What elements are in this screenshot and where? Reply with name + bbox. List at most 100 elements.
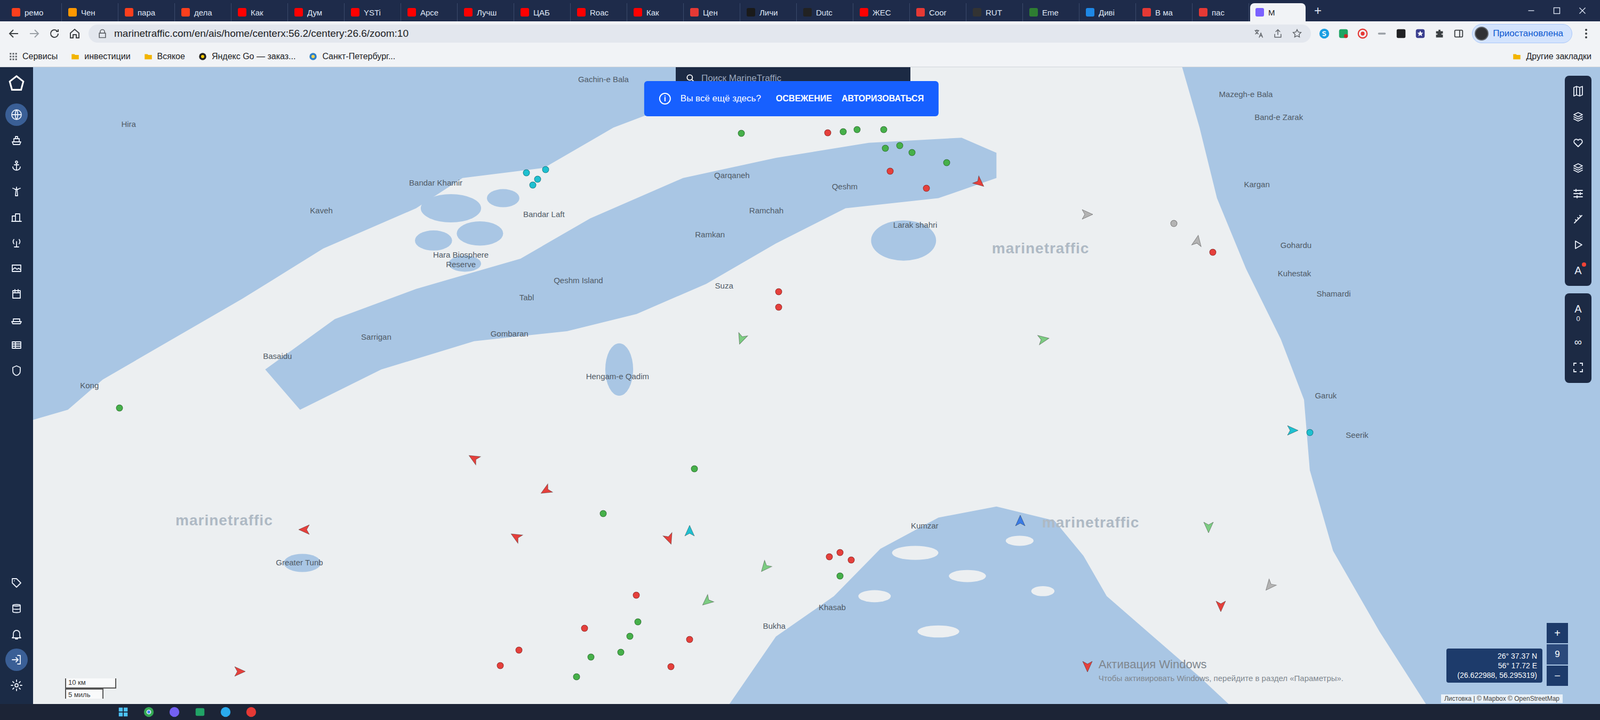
map-tool-button[interactable] bbox=[1566, 233, 1590, 256]
browser-tab[interactable]: Coor bbox=[910, 3, 967, 22]
vessel-marker[interactable] bbox=[523, 169, 531, 177]
sidebar-item[interactable] bbox=[5, 231, 28, 254]
vessel-marker[interactable] bbox=[942, 159, 950, 167]
vessel-marker[interactable] bbox=[581, 624, 589, 632]
bookmark[interactable]: Сервисы bbox=[8, 51, 58, 62]
vessel-marker[interactable] bbox=[1214, 600, 1227, 613]
map-tool-button[interactable] bbox=[1566, 105, 1590, 128]
vessel-marker[interactable] bbox=[1286, 424, 1299, 437]
vessel-marker[interactable] bbox=[600, 509, 607, 517]
sidebar-item[interactable] bbox=[5, 154, 28, 178]
banner-action-button[interactable]: ОСВЕЖЕНИЕ bbox=[776, 93, 832, 104]
map-tool-button[interactable]: ∞ bbox=[1566, 330, 1590, 354]
vessel-marker[interactable] bbox=[683, 524, 696, 537]
vessel-marker[interactable] bbox=[1081, 208, 1094, 221]
back-arrow-icon[interactable] bbox=[7, 27, 21, 40]
translate-icon[interactable] bbox=[1253, 28, 1264, 39]
chrome-icon[interactable] bbox=[142, 706, 155, 718]
sidebar-item[interactable] bbox=[5, 597, 28, 620]
bookmark-star-icon[interactable] bbox=[1291, 28, 1303, 39]
share-icon[interactable] bbox=[1272, 28, 1284, 39]
extension-bar-icon[interactable] bbox=[1376, 27, 1388, 40]
vessel-marker[interactable] bbox=[1202, 521, 1215, 534]
sidebar-item[interactable] bbox=[5, 359, 28, 382]
maximize-icon[interactable] bbox=[1550, 4, 1563, 17]
address-bar[interactable]: marinetraffic.com/en/ais/home/centerx:56… bbox=[88, 24, 1311, 43]
vessel-marker[interactable] bbox=[839, 128, 847, 135]
sidebar-item[interactable] bbox=[5, 180, 28, 203]
vessel-marker[interactable] bbox=[298, 523, 310, 536]
vessel-marker[interactable] bbox=[922, 184, 930, 192]
vessel-marker[interactable] bbox=[690, 465, 698, 473]
viber-icon[interactable] bbox=[168, 706, 181, 718]
sidebar-item[interactable] bbox=[5, 333, 28, 357]
vessel-marker[interactable] bbox=[880, 126, 888, 134]
sidebar-item[interactable] bbox=[5, 282, 28, 306]
browser-tab[interactable]: Личи bbox=[741, 3, 797, 22]
vessel-marker[interactable] bbox=[587, 653, 595, 661]
browser-tab[interactable]: Арсе bbox=[402, 3, 458, 22]
sidebar-item[interactable] bbox=[5, 103, 28, 126]
browser-tab[interactable]: Цен bbox=[684, 3, 741, 22]
bookmark[interactable]: инвестиции bbox=[70, 51, 131, 62]
vessel-marker[interactable] bbox=[667, 662, 675, 670]
browser-tab[interactable]: Дум bbox=[289, 3, 345, 22]
close-icon[interactable] bbox=[1576, 4, 1589, 17]
sidebar-item[interactable] bbox=[5, 622, 28, 646]
browser-tab[interactable]: Как bbox=[628, 3, 684, 22]
vessel-marker[interactable] bbox=[534, 176, 542, 183]
extension-star-icon[interactable] bbox=[1414, 27, 1427, 40]
vessel-marker[interactable] bbox=[886, 167, 894, 175]
vessel-marker[interactable] bbox=[529, 181, 537, 189]
profile-button[interactable]: Приостановлена bbox=[1472, 24, 1573, 44]
reload-icon[interactable] bbox=[48, 27, 61, 40]
bookmark[interactable]: Санкт-Петербург... bbox=[308, 51, 396, 62]
map-tool-button[interactable] bbox=[1566, 80, 1590, 103]
app-red-icon[interactable] bbox=[245, 706, 258, 718]
browser-tab[interactable]: пара bbox=[119, 3, 175, 22]
vessel-marker[interactable] bbox=[908, 148, 916, 156]
vessel-marker[interactable] bbox=[115, 404, 123, 412]
map-tool-button[interactable] bbox=[1566, 131, 1590, 154]
forward-arrow-icon[interactable] bbox=[27, 27, 41, 40]
vessel-marker[interactable] bbox=[824, 129, 831, 136]
browser-tab[interactable]: Roac bbox=[571, 3, 628, 22]
extensions-puzzle-icon[interactable] bbox=[1433, 27, 1446, 40]
browser-tab[interactable]: Чен bbox=[62, 3, 119, 22]
map-tool-button[interactable] bbox=[1566, 356, 1590, 379]
browser-tab[interactable]: Eme bbox=[1024, 3, 1080, 22]
browser-tab[interactable]: RUT bbox=[967, 3, 1023, 22]
skype-icon[interactable] bbox=[1318, 27, 1331, 40]
minimize-icon[interactable] bbox=[1525, 4, 1538, 17]
vessel-marker[interactable] bbox=[775, 288, 783, 296]
vessel-marker[interactable] bbox=[1036, 332, 1051, 346]
extension-dark-icon[interactable] bbox=[1395, 27, 1407, 40]
site-info-icon[interactable] bbox=[97, 28, 108, 39]
sidebar-item[interactable] bbox=[5, 648, 28, 671]
browser-tab[interactable]: Лучш bbox=[458, 3, 515, 22]
vessel-marker[interactable] bbox=[882, 144, 890, 152]
sidebar-item[interactable] bbox=[5, 308, 28, 331]
app-green-icon[interactable] bbox=[194, 706, 206, 718]
sidebar-item[interactable] bbox=[5, 205, 28, 229]
sidebar-item[interactable] bbox=[5, 129, 28, 152]
browser-tab[interactable]: В ма bbox=[1137, 3, 1193, 22]
browser-tab[interactable]: Диві bbox=[1080, 3, 1136, 22]
vessel-marker[interactable] bbox=[836, 572, 844, 580]
vessel-marker[interactable] bbox=[234, 665, 246, 678]
bookmark[interactable]: Яндекс Go — заказ... bbox=[197, 51, 296, 62]
browser-tab[interactable]: Dutc bbox=[797, 3, 854, 22]
vessel-marker[interactable] bbox=[515, 646, 523, 654]
sidebar-item[interactable] bbox=[5, 674, 28, 697]
map-tool-button[interactable]: A bbox=[1566, 259, 1590, 282]
home-icon[interactable] bbox=[68, 27, 82, 40]
extension-target-icon[interactable] bbox=[1356, 27, 1369, 40]
zoom-out-button[interactable]: − bbox=[1546, 665, 1568, 686]
other-bookmarks[interactable]: Другие закладки bbox=[1512, 51, 1592, 62]
vessel-marker[interactable] bbox=[617, 649, 624, 656]
telegram-icon[interactable] bbox=[219, 706, 232, 718]
browser-tab[interactable]: ремо bbox=[6, 3, 62, 22]
vessel-marker[interactable] bbox=[626, 633, 634, 640]
vessel-marker[interactable] bbox=[1081, 660, 1094, 673]
browser-tab[interactable]: YSTi bbox=[345, 3, 402, 22]
